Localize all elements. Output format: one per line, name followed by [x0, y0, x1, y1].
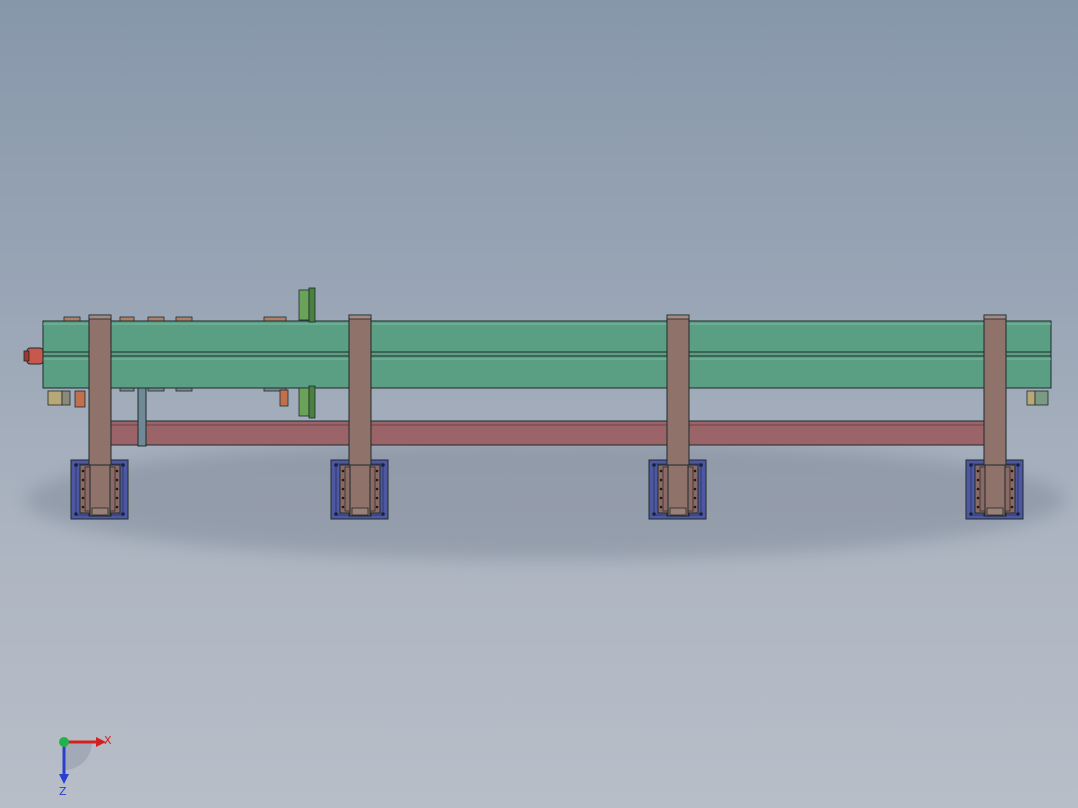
bolt-hole — [976, 469, 980, 473]
mounting-hole — [699, 512, 703, 516]
bolt-hole — [693, 496, 697, 500]
left-end-bracket — [47, 390, 86, 408]
right-end-bracket — [1026, 390, 1049, 406]
mounting-hole — [334, 463, 338, 467]
bolt-hole — [659, 478, 663, 482]
bolt-hole — [976, 496, 980, 500]
bolt-hole — [976, 505, 980, 509]
mounting-hole — [699, 463, 703, 467]
bolt-hole — [1010, 487, 1014, 491]
bolt-hole — [693, 487, 697, 491]
mounting-hole — [334, 512, 338, 516]
bolt-hole — [375, 487, 379, 491]
bolt-hole — [659, 469, 663, 473]
bolt-hole — [81, 496, 85, 500]
bolt-hole — [659, 496, 663, 500]
mounting-hole — [652, 512, 656, 516]
x-axis-label: X — [104, 734, 112, 747]
bolt-hole — [341, 496, 345, 500]
bolt-hole — [375, 469, 379, 473]
leg-top-cap — [88, 314, 112, 320]
triad-quadrant — [64, 742, 92, 770]
bolt-hole — [693, 469, 697, 473]
mounting-hole — [969, 463, 973, 467]
conveyor-body[interactable] — [42, 320, 1052, 389]
lower-beam[interactable] — [109, 420, 988, 446]
bolt-hole — [1010, 478, 1014, 482]
leg-top-cap — [348, 314, 372, 320]
bolt-hole — [1010, 505, 1014, 509]
z-axis-arrow — [59, 774, 69, 784]
mounting-hole — [381, 512, 385, 516]
mounting-hole — [74, 512, 78, 516]
bolt-hole — [115, 496, 119, 500]
bolt-hole — [341, 505, 345, 509]
bolt-hole — [375, 496, 379, 500]
mounting-hole — [1016, 512, 1020, 516]
bolt-hole — [115, 478, 119, 482]
bolt-hole — [693, 505, 697, 509]
bolt-hole — [81, 469, 85, 473]
bolt-hole — [1010, 469, 1014, 473]
bolt-hole — [659, 487, 663, 491]
leg-base-block — [351, 507, 369, 516]
bolt-hole — [81, 505, 85, 509]
bolt-hole — [81, 478, 85, 482]
mounting-hole — [1016, 463, 1020, 467]
bolt-hole — [115, 487, 119, 491]
mounting-hole — [121, 463, 125, 467]
bolt-hole — [976, 478, 980, 482]
mounting-hole — [121, 512, 125, 516]
mounting-hole — [652, 463, 656, 467]
mounting-hole — [381, 463, 385, 467]
conveyor-assembly-model[interactable] — [0, 0, 1078, 808]
bolt-hole — [375, 505, 379, 509]
left-vertical-bracket[interactable] — [137, 387, 147, 447]
bolt-hole — [976, 487, 980, 491]
bolt-hole — [375, 478, 379, 482]
bolt-hole — [81, 487, 85, 491]
mounting-hole — [969, 512, 973, 516]
bolt-hole — [693, 478, 697, 482]
drive-motor[interactable] — [23, 347, 44, 365]
bolt-hole — [341, 478, 345, 482]
z-axis-label: Z — [59, 785, 67, 798]
y-axis-dot — [59, 737, 69, 747]
bolt-hole — [1010, 496, 1014, 500]
leg-top-cap — [666, 314, 690, 320]
leg-base-block — [986, 507, 1004, 516]
bolt-hole — [659, 505, 663, 509]
bolt-hole — [341, 469, 345, 473]
leg-base-block — [91, 507, 109, 516]
bolt-hole — [115, 505, 119, 509]
mounting-hole — [74, 463, 78, 467]
model-shadow — [25, 440, 1065, 560]
leg-top-cap — [983, 314, 1007, 320]
leg-base-block — [669, 507, 687, 516]
orientation-triad[interactable]: X Z — [40, 728, 120, 798]
graphics-viewport[interactable]: X Z — [0, 0, 1078, 808]
bolt-hole — [115, 469, 119, 473]
bolt-hole — [341, 487, 345, 491]
